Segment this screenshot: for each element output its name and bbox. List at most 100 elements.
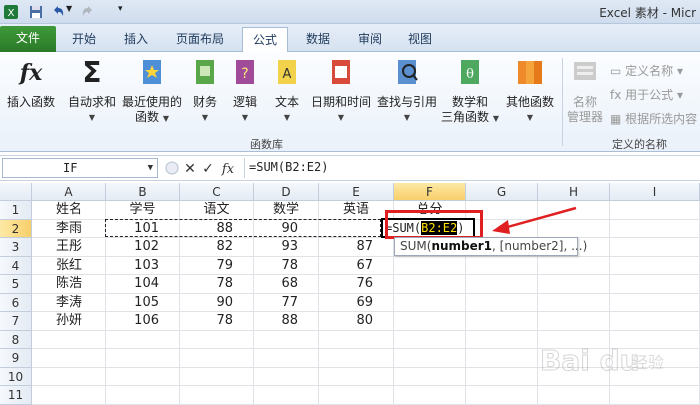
- column-header-e[interactable]: E: [319, 183, 394, 201]
- empty-cell[interactable]: [180, 349, 254, 368]
- cell-id[interactable]: 106: [106, 312, 180, 331]
- customize-toolbar-icon[interactable]: ▾: [118, 4, 123, 14]
- empty-cell[interactable]: [466, 312, 538, 331]
- empty-cell[interactable]: [394, 293, 466, 312]
- empty-cell[interactable]: [180, 367, 254, 386]
- financial-button[interactable]: 财务 ▼: [188, 56, 222, 125]
- tab-review[interactable]: 审阅: [348, 27, 392, 52]
- cell-math[interactable]: 93: [254, 238, 319, 257]
- cell-name[interactable]: 张红: [32, 256, 106, 275]
- empty-cell[interactable]: [466, 386, 538, 405]
- empty-cell[interactable]: [610, 201, 700, 220]
- empty-cell[interactable]: [319, 386, 394, 405]
- empty-cell[interactable]: [538, 312, 610, 331]
- empty-cell[interactable]: [394, 275, 466, 294]
- empty-cell[interactable]: [538, 256, 610, 275]
- empty-cell[interactable]: [32, 330, 106, 349]
- tab-insert[interactable]: 插入: [114, 27, 158, 52]
- empty-cell[interactable]: [466, 275, 538, 294]
- header-cell-math[interactable]: 数学: [254, 201, 319, 220]
- text-button[interactable]: A 文本 ▼: [270, 56, 304, 125]
- cell-name[interactable]: 李雨: [32, 219, 106, 238]
- undo-dropdown-icon[interactable]: ▼: [66, 4, 72, 13]
- empty-cell[interactable]: [106, 330, 180, 349]
- logical-button[interactable]: ? 逻辑 ▼: [228, 56, 262, 125]
- header-cell-english[interactable]: 英语: [319, 201, 394, 220]
- header-cell-name[interactable]: 姓名: [32, 201, 106, 220]
- row-header-10[interactable]: 10: [0, 367, 32, 386]
- column-header-d[interactable]: D: [254, 183, 319, 201]
- cell-math[interactable]: 78: [254, 256, 319, 275]
- tab-view[interactable]: 视图: [398, 27, 442, 52]
- empty-cell[interactable]: [394, 256, 466, 275]
- empty-cell[interactable]: [32, 386, 106, 405]
- formula-input[interactable]: =SUM(B2:E2): [244, 158, 696, 178]
- empty-cell[interactable]: [319, 349, 394, 368]
- empty-cell[interactable]: [254, 349, 319, 368]
- empty-cell[interactable]: [254, 367, 319, 386]
- column-header-i[interactable]: I: [610, 183, 700, 201]
- empty-cell[interactable]: [538, 386, 610, 405]
- empty-cell[interactable]: [32, 349, 106, 368]
- empty-cell[interactable]: [538, 275, 610, 294]
- cell-name[interactable]: 王彤: [32, 238, 106, 257]
- cell-chinese[interactable]: 78: [180, 312, 254, 331]
- cell-english[interactable]: 87: [319, 238, 394, 257]
- cell-math[interactable]: 68: [254, 275, 319, 294]
- tab-formulas[interactable]: 公式: [242, 27, 288, 54]
- cell-english[interactable]: 69: [319, 293, 394, 312]
- cell-id[interactable]: 101: [106, 219, 180, 238]
- use-in-formula-button[interactable]: fx 用于公式 ▾: [610, 86, 683, 103]
- cell-id[interactable]: 102: [106, 238, 180, 257]
- save-icon[interactable]: [28, 4, 44, 20]
- name-manager-button[interactable]: 名称 管理器: [564, 56, 606, 125]
- empty-cell[interactable]: [394, 312, 466, 331]
- empty-cell[interactable]: [610, 312, 700, 331]
- empty-cell[interactable]: [610, 238, 700, 257]
- select-all-corner[interactable]: [0, 183, 32, 201]
- cell-name[interactable]: 李涛: [32, 293, 106, 312]
- row-header-9[interactable]: 9: [0, 349, 32, 368]
- empty-cell[interactable]: [319, 330, 394, 349]
- empty-cell[interactable]: [610, 293, 700, 312]
- cell-english[interactable]: 67: [319, 256, 394, 275]
- empty-cell[interactable]: [466, 330, 538, 349]
- cell-chinese[interactable]: 78: [180, 275, 254, 294]
- tab-file[interactable]: 文件: [0, 26, 56, 52]
- name-box-dropdown-icon[interactable]: ▼: [148, 159, 153, 177]
- empty-cell[interactable]: [610, 256, 700, 275]
- row-header-8[interactable]: 8: [0, 330, 32, 349]
- header-cell-total[interactable]: 总分: [394, 201, 466, 220]
- column-header-b[interactable]: B: [106, 183, 180, 201]
- empty-cell[interactable]: [394, 330, 466, 349]
- empty-cell[interactable]: [180, 330, 254, 349]
- cell-id[interactable]: 105: [106, 293, 180, 312]
- cell-id[interactable]: 104: [106, 275, 180, 294]
- row-header-5[interactable]: 5: [0, 275, 32, 294]
- row-header-7[interactable]: 7: [0, 312, 32, 331]
- cell-name[interactable]: 陈浩: [32, 275, 106, 294]
- empty-cell[interactable]: [106, 349, 180, 368]
- cell-chinese[interactable]: 79: [180, 256, 254, 275]
- redo-icon[interactable]: [80, 4, 96, 20]
- cell-english[interactable]: 80: [319, 312, 394, 331]
- cell-name[interactable]: 孙妍: [32, 312, 106, 331]
- row-header-1[interactable]: 1: [0, 201, 32, 220]
- empty-cell[interactable]: [538, 293, 610, 312]
- header-cell-chinese[interactable]: 语文: [180, 201, 254, 220]
- datetime-button[interactable]: 日期和时间 ▼: [308, 56, 374, 125]
- autosum-button[interactable]: Σ 自动求和 ▼: [64, 56, 120, 125]
- cell-chinese[interactable]: 90: [180, 293, 254, 312]
- cell-math[interactable]: 90: [254, 219, 319, 238]
- empty-cell[interactable]: [466, 293, 538, 312]
- empty-cell[interactable]: [180, 386, 254, 405]
- row-header-6[interactable]: 6: [0, 293, 32, 312]
- name-box[interactable]: IF ▼: [2, 158, 158, 178]
- empty-cell[interactable]: [610, 386, 700, 405]
- empty-cell[interactable]: [319, 367, 394, 386]
- empty-cell[interactable]: [394, 367, 466, 386]
- define-name-button[interactable]: ▭ 定义名称 ▾: [610, 62, 683, 79]
- cell-chinese[interactable]: 82: [180, 238, 254, 257]
- column-header-g[interactable]: G: [466, 183, 538, 201]
- tab-data[interactable]: 数据: [296, 27, 340, 52]
